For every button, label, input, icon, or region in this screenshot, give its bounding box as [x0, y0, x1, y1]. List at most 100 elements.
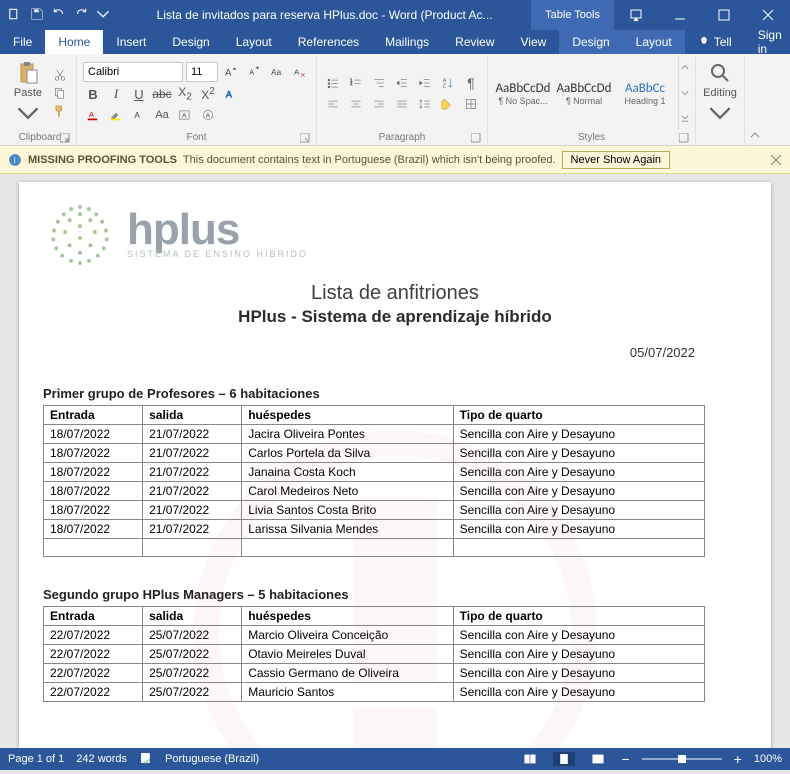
table-row[interactable]: 22/07/202225/07/2022Otavio Meireles Duva…: [44, 645, 705, 664]
cell[interactable]: 18/07/2022: [44, 425, 143, 444]
cell[interactable]: Sencilla con Aire y Desayuno: [453, 482, 704, 501]
sign-in[interactable]: Sign in: [745, 30, 790, 54]
enclose-char-icon[interactable]: A: [198, 106, 218, 124]
ribbon-options-icon[interactable]: [614, 0, 658, 30]
document-area[interactable]: hplus SISTEMA DE ENSINO HÍBRIDO Lista de…: [0, 174, 790, 748]
change-case-icon[interactable]: Aa: [267, 63, 287, 81]
bold-icon[interactable]: B: [83, 85, 103, 103]
cut-icon[interactable]: [50, 66, 70, 84]
table-row[interactable]: 18/07/202221/07/2022Janaina Costa KochSe…: [44, 463, 705, 482]
table-group2[interactable]: Entrada salida huéspedes Tipo de quarto …: [43, 606, 705, 702]
text-effects2-icon[interactable]: A: [129, 106, 149, 124]
cell[interactable]: Sencilla con Aire y Desayuno: [453, 645, 704, 664]
cell[interactable]: 25/07/2022: [143, 645, 242, 664]
cell[interactable]: 18/07/2022: [44, 463, 143, 482]
table-row[interactable]: 22/07/202225/07/2022Marcio Oliveira Conc…: [44, 626, 705, 645]
status-words[interactable]: 242 words: [76, 753, 127, 765]
table-row[interactable]: 18/07/202221/07/2022Carol Medeiros NetoS…: [44, 482, 705, 501]
numbering-icon[interactable]: 12: [346, 74, 366, 92]
table-row[interactable]: 22/07/202225/07/2022Mauricio SantosSenci…: [44, 683, 705, 702]
cell[interactable]: Larissa Silvania Mendes: [242, 520, 453, 539]
sort-icon[interactable]: AZ: [438, 74, 458, 92]
close-icon[interactable]: [746, 0, 790, 30]
never-show-again-button[interactable]: Never Show Again: [562, 151, 671, 169]
cell[interactable]: Jacira Oliveira Pontes: [242, 425, 453, 444]
cell[interactable]: 22/07/2022: [44, 626, 143, 645]
web-layout-icon[interactable]: [587, 752, 609, 766]
spellcheck-icon[interactable]: [139, 751, 153, 768]
cell[interactable]: 25/07/2022: [143, 664, 242, 683]
qat-dropdown-icon[interactable]: [96, 7, 110, 24]
tab-mailings[interactable]: Mailings: [372, 30, 442, 54]
style-card[interactable]: AaBbCcHeading 1: [616, 67, 674, 119]
cell[interactable]: Livia Santos Costa Brito: [242, 501, 453, 520]
line-spacing-icon[interactable]: [415, 95, 435, 113]
font-color-icon[interactable]: A: [83, 106, 103, 124]
tab-layout[interactable]: Layout: [223, 30, 285, 54]
zoom-slider[interactable]: [642, 758, 722, 760]
align-right-icon[interactable]: [369, 95, 389, 113]
tab-home[interactable]: Home: [45, 30, 103, 54]
dialog-launcher-icon[interactable]: [679, 133, 689, 143]
cell[interactable]: 22/07/2022: [44, 664, 143, 683]
zoom-out-icon[interactable]: −: [621, 751, 629, 767]
zoom-level[interactable]: 100%: [754, 753, 782, 765]
cell[interactable]: Sencilla con Aire y Desayuno: [453, 626, 704, 645]
close-msgbar-icon[interactable]: [770, 154, 782, 166]
style-card[interactable]: AaBbCcDd¶ No Spac...: [494, 67, 552, 119]
paste-button[interactable]: Paste: [10, 56, 46, 130]
status-page[interactable]: Page 1 of 1: [8, 753, 64, 765]
subscript-icon[interactable]: X2: [175, 85, 195, 103]
cell[interactable]: 18/07/2022: [44, 501, 143, 520]
shading-icon[interactable]: [438, 95, 458, 113]
tab-view[interactable]: View: [508, 30, 560, 54]
clear-format-icon[interactable]: A: [290, 63, 310, 81]
cell[interactable]: Sencilla con Aire y Desayuno: [453, 664, 704, 683]
style-card[interactable]: AaBbCcDd¶ Normal: [555, 67, 613, 119]
table-group1[interactable]: Entrada salida huéspedes Tipo de quarto …: [43, 405, 705, 557]
underline-icon[interactable]: U: [129, 85, 149, 103]
cell[interactable]: Sencilla con Aire y Desayuno: [453, 425, 704, 444]
format-painter-icon[interactable]: [50, 102, 70, 120]
decrease-indent-icon[interactable]: [392, 74, 412, 92]
tab-references[interactable]: References: [285, 30, 372, 54]
cell[interactable]: Otavio Meireles Duval: [242, 645, 453, 664]
cell[interactable]: 18/07/2022: [44, 482, 143, 501]
styles-expand[interactable]: [678, 56, 689, 130]
cell[interactable]: 21/07/2022: [143, 444, 242, 463]
save-icon[interactable]: [30, 7, 44, 24]
table-row[interactable]: 18/07/202221/07/2022Larissa Silvania Men…: [44, 520, 705, 539]
cell[interactable]: 21/07/2022: [143, 482, 242, 501]
align-left-icon[interactable]: [323, 95, 343, 113]
cell[interactable]: Sencilla con Aire y Desayuno: [453, 444, 704, 463]
table-row[interactable]: 18/07/202221/07/2022Livia Santos Costa B…: [44, 501, 705, 520]
font-name-combo[interactable]: [83, 62, 183, 82]
cell[interactable]: 18/07/2022: [44, 444, 143, 463]
tab-table-layout[interactable]: Layout: [623, 30, 685, 54]
cell[interactable]: 25/07/2022: [143, 683, 242, 702]
cell[interactable]: Janaina Costa Koch: [242, 463, 453, 482]
align-center-icon[interactable]: [346, 95, 366, 113]
cell[interactable]: 18/07/2022: [44, 520, 143, 539]
cell[interactable]: Cassio Germano de Oliveira: [242, 664, 453, 683]
cell[interactable]: 22/07/2022: [44, 683, 143, 702]
tell-me[interactable]: Tell: [685, 30, 745, 54]
cell[interactable]: 25/07/2022: [143, 626, 242, 645]
cell[interactable]: Sencilla con Aire y Desayuno: [453, 520, 704, 539]
cell[interactable]: Sencilla con Aire y Desayuno: [453, 501, 704, 520]
grow-font-icon[interactable]: A: [221, 63, 241, 81]
tab-design[interactable]: Design: [159, 30, 222, 54]
char-border-icon[interactable]: A: [175, 106, 195, 124]
tab-review[interactable]: Review: [442, 30, 507, 54]
status-language[interactable]: Portuguese (Brazil): [165, 753, 259, 765]
table-row[interactable]: 18/07/202221/07/2022Carlos Portela da Si…: [44, 444, 705, 463]
bullets-icon[interactable]: [323, 74, 343, 92]
dialog-launcher-icon[interactable]: [300, 133, 310, 143]
cell[interactable]: Carol Medeiros Neto: [242, 482, 453, 501]
tab-file[interactable]: File: [0, 30, 45, 54]
strike-icon[interactable]: abc: [152, 85, 172, 103]
superscript-icon[interactable]: X2: [198, 85, 218, 103]
print-layout-icon[interactable]: [553, 752, 575, 766]
table-row[interactable]: 18/07/202221/07/2022Jacira Oliveira Pont…: [44, 425, 705, 444]
text-effects-icon[interactable]: A: [221, 85, 241, 103]
